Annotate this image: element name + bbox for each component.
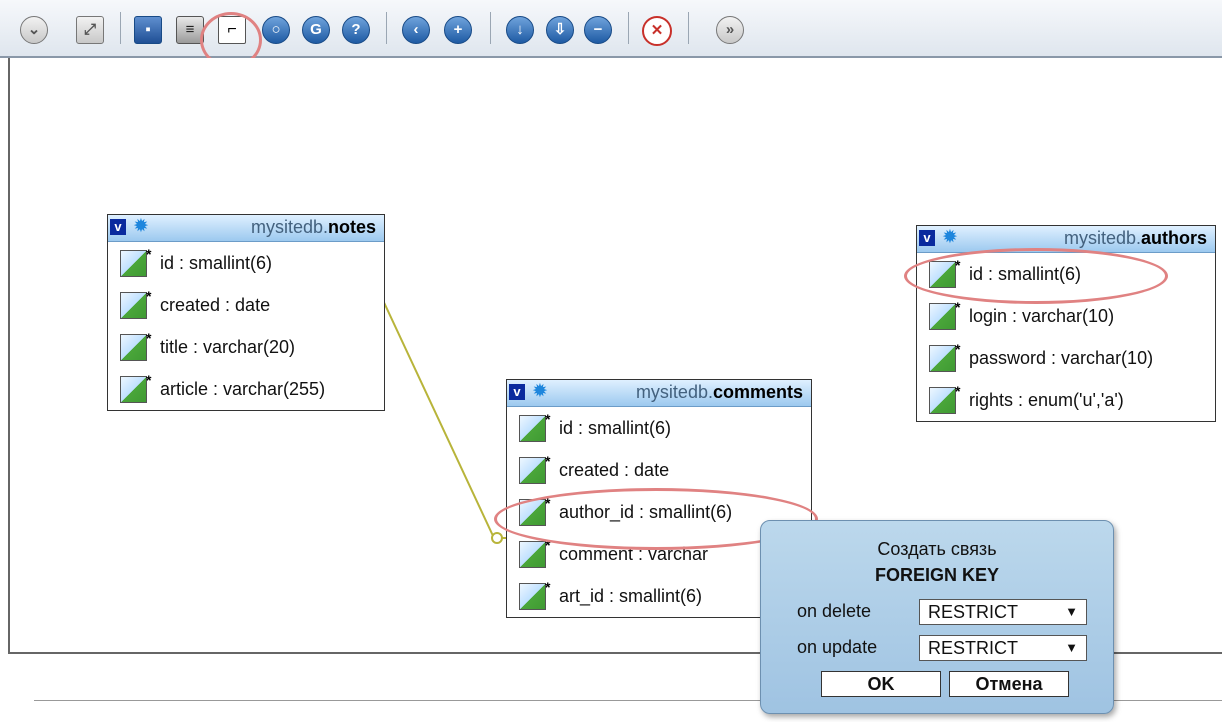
field-label: author_id : smallint(6) [559, 501, 733, 522]
field-label: id : smallint(6) [559, 417, 672, 438]
collapse-toggle-icon[interactable]: v [509, 384, 525, 400]
field-image-icon: * [519, 579, 553, 611]
field-label: created : date [559, 459, 670, 480]
field-row[interactable]: * login : varchar(10) [917, 295, 1215, 337]
field-label: title : varchar(20) [160, 336, 296, 357]
table-title: mysitedb.comments [636, 382, 803, 403]
gear-icon[interactable]: ✹ [133, 217, 149, 237]
table-notes[interactable]: v ✹ mysitedb.notes * id : smallint(6) * cr… [107, 214, 385, 411]
field-image-icon: * [519, 411, 553, 443]
table-header[interactable]: v ✹ mysitedb.notes [108, 215, 384, 242]
table-name: notes [327, 217, 376, 237]
table-title: mysitedb.notes [251, 217, 376, 238]
on-update-select[interactable]: RESTRICT ▼ [919, 635, 1087, 661]
field-row[interactable]: * id : smallint(6) [108, 242, 384, 284]
table-header[interactable]: v ✹ mysitedb.comments [507, 380, 811, 407]
table-title: mysitedb.authors [1064, 228, 1207, 249]
field-image-icon: * [519, 495, 553, 527]
gear-icon[interactable]: ✹ [532, 382, 548, 402]
chevron-down-icon: ▼ [1065, 640, 1078, 655]
table-authors[interactable]: v ✹ mysitedb.authors * id : smallint(6) *… [916, 225, 1216, 422]
field-image-icon: * [519, 537, 553, 569]
field-row[interactable]: * article : varchar(255) [108, 368, 384, 410]
field-label: art_id : smallint(6) [559, 585, 703, 606]
field-row[interactable]: * password : varchar(10) [917, 337, 1215, 379]
db-name: mysitedb. [250, 217, 328, 237]
field-row[interactable]: * rights : enum('u','a') [917, 379, 1215, 421]
table-name: authors [1140, 228, 1207, 248]
field-image-icon: * [120, 372, 154, 404]
chevron-down-icon: ▼ [1065, 604, 1078, 619]
field-label: rights : enum('u','a') [969, 389, 1124, 410]
field-image-icon: * [929, 341, 963, 373]
field-label: login : varchar(10) [969, 305, 1115, 326]
dialog-title: Создать связь [877, 539, 997, 559]
db-name: mysitedb. [635, 382, 713, 402]
on-delete-label: on delete [797, 601, 872, 621]
table-header[interactable]: v ✹ mysitedb.authors [917, 226, 1215, 253]
field-image-icon: * [519, 453, 553, 485]
field-image-icon: * [929, 299, 963, 331]
field-label: password : varchar(10) [969, 347, 1154, 368]
field-image-icon: * [929, 257, 963, 289]
field-label: article : varchar(255) [160, 378, 326, 399]
field-row[interactable]: * id : smallint(6) [917, 253, 1215, 295]
field-row[interactable]: * title : varchar(20) [108, 326, 384, 368]
field-image-icon: * [120, 246, 154, 278]
cancel-button[interactable]: Отмена [949, 671, 1069, 697]
foreign-key-dialog: Создать связь FOREIGN KEY on delete REST… [760, 520, 1114, 714]
field-row[interactable]: * created : date [507, 449, 811, 491]
field-image-icon: * [929, 383, 963, 415]
on-update-label: on update [797, 637, 878, 657]
gear-icon[interactable]: ✹ [942, 228, 958, 248]
field-label: comment : varchar [559, 543, 709, 564]
on-delete-value: RESTRICT [928, 602, 1018, 622]
db-name: mysitedb. [1063, 228, 1141, 248]
field-label: id : smallint(6) [160, 252, 273, 273]
ok-button[interactable]: OK [821, 671, 941, 697]
field-label: id : smallint(6) [969, 263, 1082, 284]
field-label: created : date [160, 294, 271, 315]
field-row[interactable]: * created : date [108, 284, 384, 326]
dialog-subtitle: FOREIGN KEY [874, 565, 999, 585]
collapse-toggle-icon[interactable]: v [110, 219, 126, 235]
table-name: comments [712, 382, 803, 402]
on-update-value: RESTRICT [928, 638, 1018, 658]
field-image-icon: * [120, 288, 154, 320]
on-delete-select[interactable]: RESTRICT ▼ [919, 599, 1087, 625]
collapse-toggle-icon[interactable]: v [919, 230, 935, 246]
field-image-icon: * [120, 330, 154, 362]
field-row[interactable]: * id : smallint(6) [507, 407, 811, 449]
